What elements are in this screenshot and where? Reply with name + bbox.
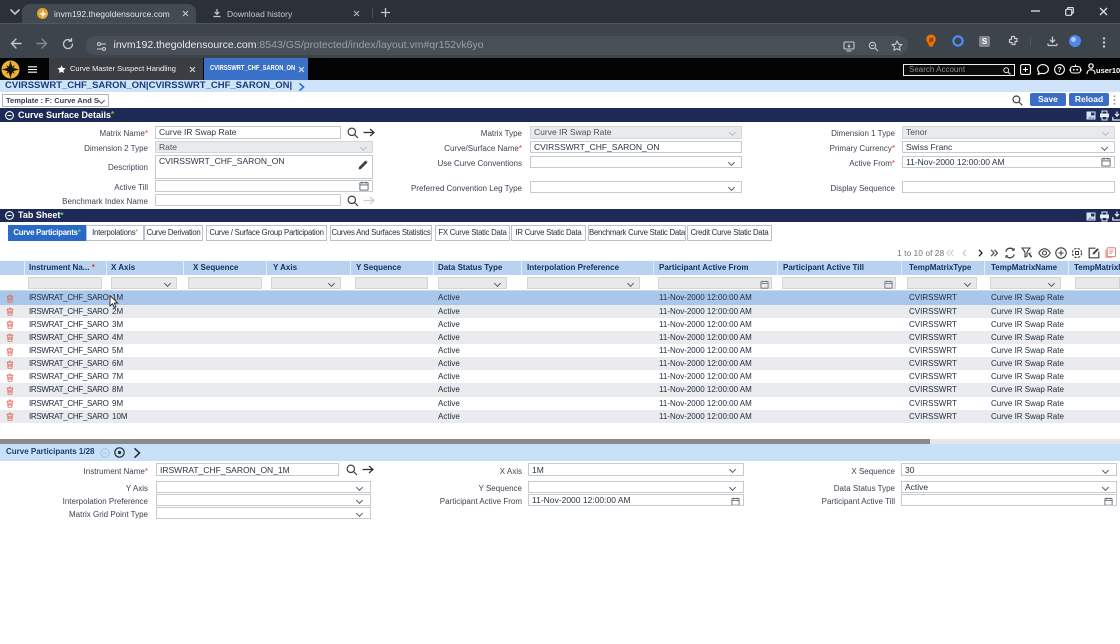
svg-text:?: ?: [1057, 67, 1061, 74]
